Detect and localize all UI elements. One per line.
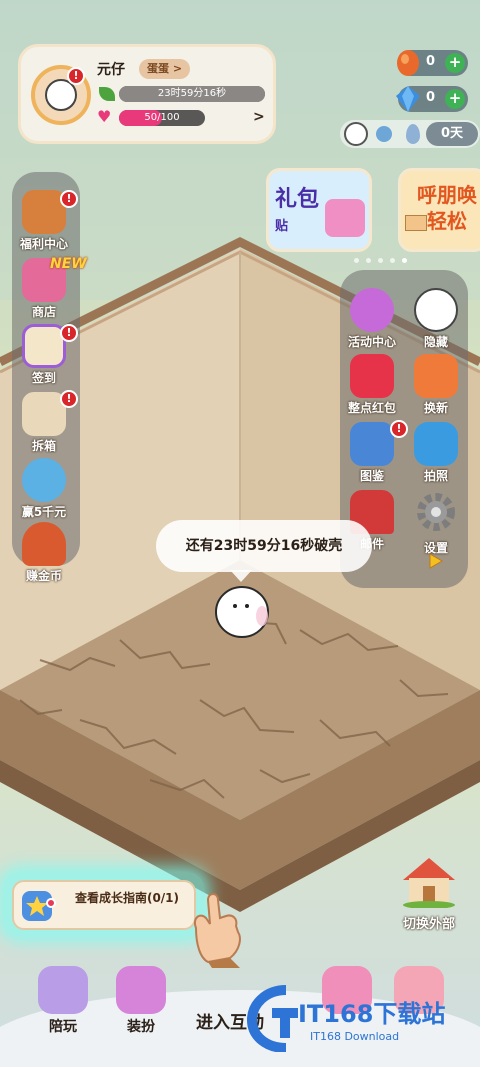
left-item-win[interactable]: 赢5千元 xyxy=(14,458,74,520)
right-item-photo[interactable]: 拍照 xyxy=(406,422,466,484)
water-drop-icon xyxy=(406,124,420,144)
diamond-value: 0 xyxy=(426,90,436,105)
gold-value: 0 xyxy=(426,54,436,69)
album-icon xyxy=(350,422,394,466)
left-item-earn[interactable]: 赚金币 xyxy=(14,522,74,584)
camera-icon xyxy=(414,422,458,466)
add-diamond-button[interactable]: + xyxy=(445,89,465,109)
energy-text: 50/100 xyxy=(144,112,180,123)
switch-exterior-button[interactable]: 切换外部 xyxy=(392,856,466,932)
left-item-checkin-label: 签到 xyxy=(31,371,56,385)
right-item-album-label: 图鉴 xyxy=(359,469,384,483)
growth-guide-text: 查看成长指南(0/1) xyxy=(74,891,180,905)
red-packet-icon xyxy=(350,354,394,398)
envelope-icon xyxy=(405,215,427,231)
right-item-events-label: 活动中心 xyxy=(347,335,396,349)
status-strip: 0天 xyxy=(340,120,480,148)
welfare-alert-badge: ! xyxy=(60,190,78,208)
dress-up-label: 装扮 xyxy=(127,1019,155,1035)
site-watermark: IT168下载站 IT168 Download xyxy=(246,984,476,1052)
banner-pager xyxy=(354,258,410,264)
player-name: 元仔 xyxy=(97,62,125,78)
left-item-win-label: 赢5千元 xyxy=(21,505,67,519)
invite-title: 呼朋唤 xyxy=(417,183,477,207)
invite-friends-banner[interactable]: 呼朋唤 轻松 xyxy=(398,168,480,252)
right-item-events[interactable]: 活动中心 xyxy=(342,288,402,350)
profile-card[interactable]: ! 元仔 蛋蛋 > 23时59分16秒 ♥ 50/100 > xyxy=(18,44,276,144)
pointing-hand-icon xyxy=(194,893,241,968)
wardrobe-icon xyxy=(116,966,166,1014)
avatar-alert-badge: ! xyxy=(67,67,85,85)
checkin-alert-badge: ! xyxy=(60,324,78,342)
right-item-settings[interactable]: 设置 xyxy=(406,490,466,556)
new-badge: NEW xyxy=(50,256,87,272)
add-gold-button[interactable]: + xyxy=(445,53,465,73)
diamond-icon xyxy=(396,86,420,112)
left-item-earn-label: 赚金币 xyxy=(25,569,62,583)
dress-up-button[interactable]: 装扮 xyxy=(106,966,176,1036)
left-item-shop-label: 商店 xyxy=(31,305,56,319)
game-console-icon xyxy=(38,966,88,1014)
mushroom-house-icon xyxy=(22,522,66,566)
guide-notify-dot xyxy=(46,898,56,908)
right-item-redpacket[interactable]: 整点红包 xyxy=(342,354,402,416)
friend-icon[interactable] xyxy=(376,126,392,142)
right-item-hide[interactable]: 隐藏 xyxy=(406,288,466,350)
hatch-timer-bubble: 还有23时59分16秒破壳 xyxy=(156,520,372,572)
switch-exterior-label: 切换外部 xyxy=(402,917,455,932)
left-item-unbox-label: 拆箱 xyxy=(31,439,56,453)
leaf-icon xyxy=(99,87,115,101)
fireworks-icon xyxy=(350,288,394,332)
refresh-house-icon xyxy=(414,354,458,398)
heart-icon: ♥ xyxy=(97,107,112,126)
watermark-subtitle: IT168 Download xyxy=(310,1030,400,1043)
house-icon xyxy=(403,858,455,909)
panel-collapse-arrow-icon[interactable] xyxy=(428,552,444,570)
growth-guide-button[interactable]: 查看成长指南(0/1) xyxy=(12,880,196,930)
gift-pack-title: 礼包 xyxy=(275,187,320,212)
unbox-alert-badge: ! xyxy=(60,390,78,408)
play-with-button[interactable]: 陪玩 xyxy=(28,966,98,1036)
energy-bar: 50/100 xyxy=(119,110,205,126)
timer-text: 23时59分16秒 xyxy=(157,88,227,99)
right-item-redpacket-label: 整点红包 xyxy=(347,401,396,415)
pet-stage-tag[interactable]: 蛋蛋 > xyxy=(139,59,191,79)
right-item-renew-label: 换新 xyxy=(423,401,448,415)
gold-counter[interactable]: 0 + xyxy=(397,50,468,76)
timer-bar: 23时59分16秒 xyxy=(119,86,265,102)
watermark-title: IT168下载站 xyxy=(298,1000,446,1028)
profile-more-arrow[interactable]: > xyxy=(253,109,265,125)
left-item-welfare-label: 福利中心 xyxy=(19,237,68,251)
days-counter: 0天 xyxy=(426,122,478,146)
gift-pack-banner[interactable]: 礼包 贴 xyxy=(266,168,372,252)
gear-icon xyxy=(417,493,455,531)
right-item-renew[interactable]: 换新 xyxy=(406,354,466,416)
globe-icon xyxy=(22,458,66,502)
pet-status-icon xyxy=(344,122,368,146)
diamond-counter[interactable]: 0 + xyxy=(396,86,468,112)
right-item-hide-label: 隐藏 xyxy=(423,335,448,349)
gift-pack-sub: 贴 xyxy=(275,219,289,234)
play-with-label: 陪玩 xyxy=(49,1019,77,1035)
invite-sub: 轻松 xyxy=(427,209,467,233)
pet-egg[interactable] xyxy=(212,582,272,640)
gift-box-icon xyxy=(325,199,365,237)
right-item-photo-label: 拍照 xyxy=(423,469,448,483)
hide-cat-icon xyxy=(414,288,458,332)
watermark-logo xyxy=(246,985,298,1052)
gold-bean-icon xyxy=(397,50,419,76)
